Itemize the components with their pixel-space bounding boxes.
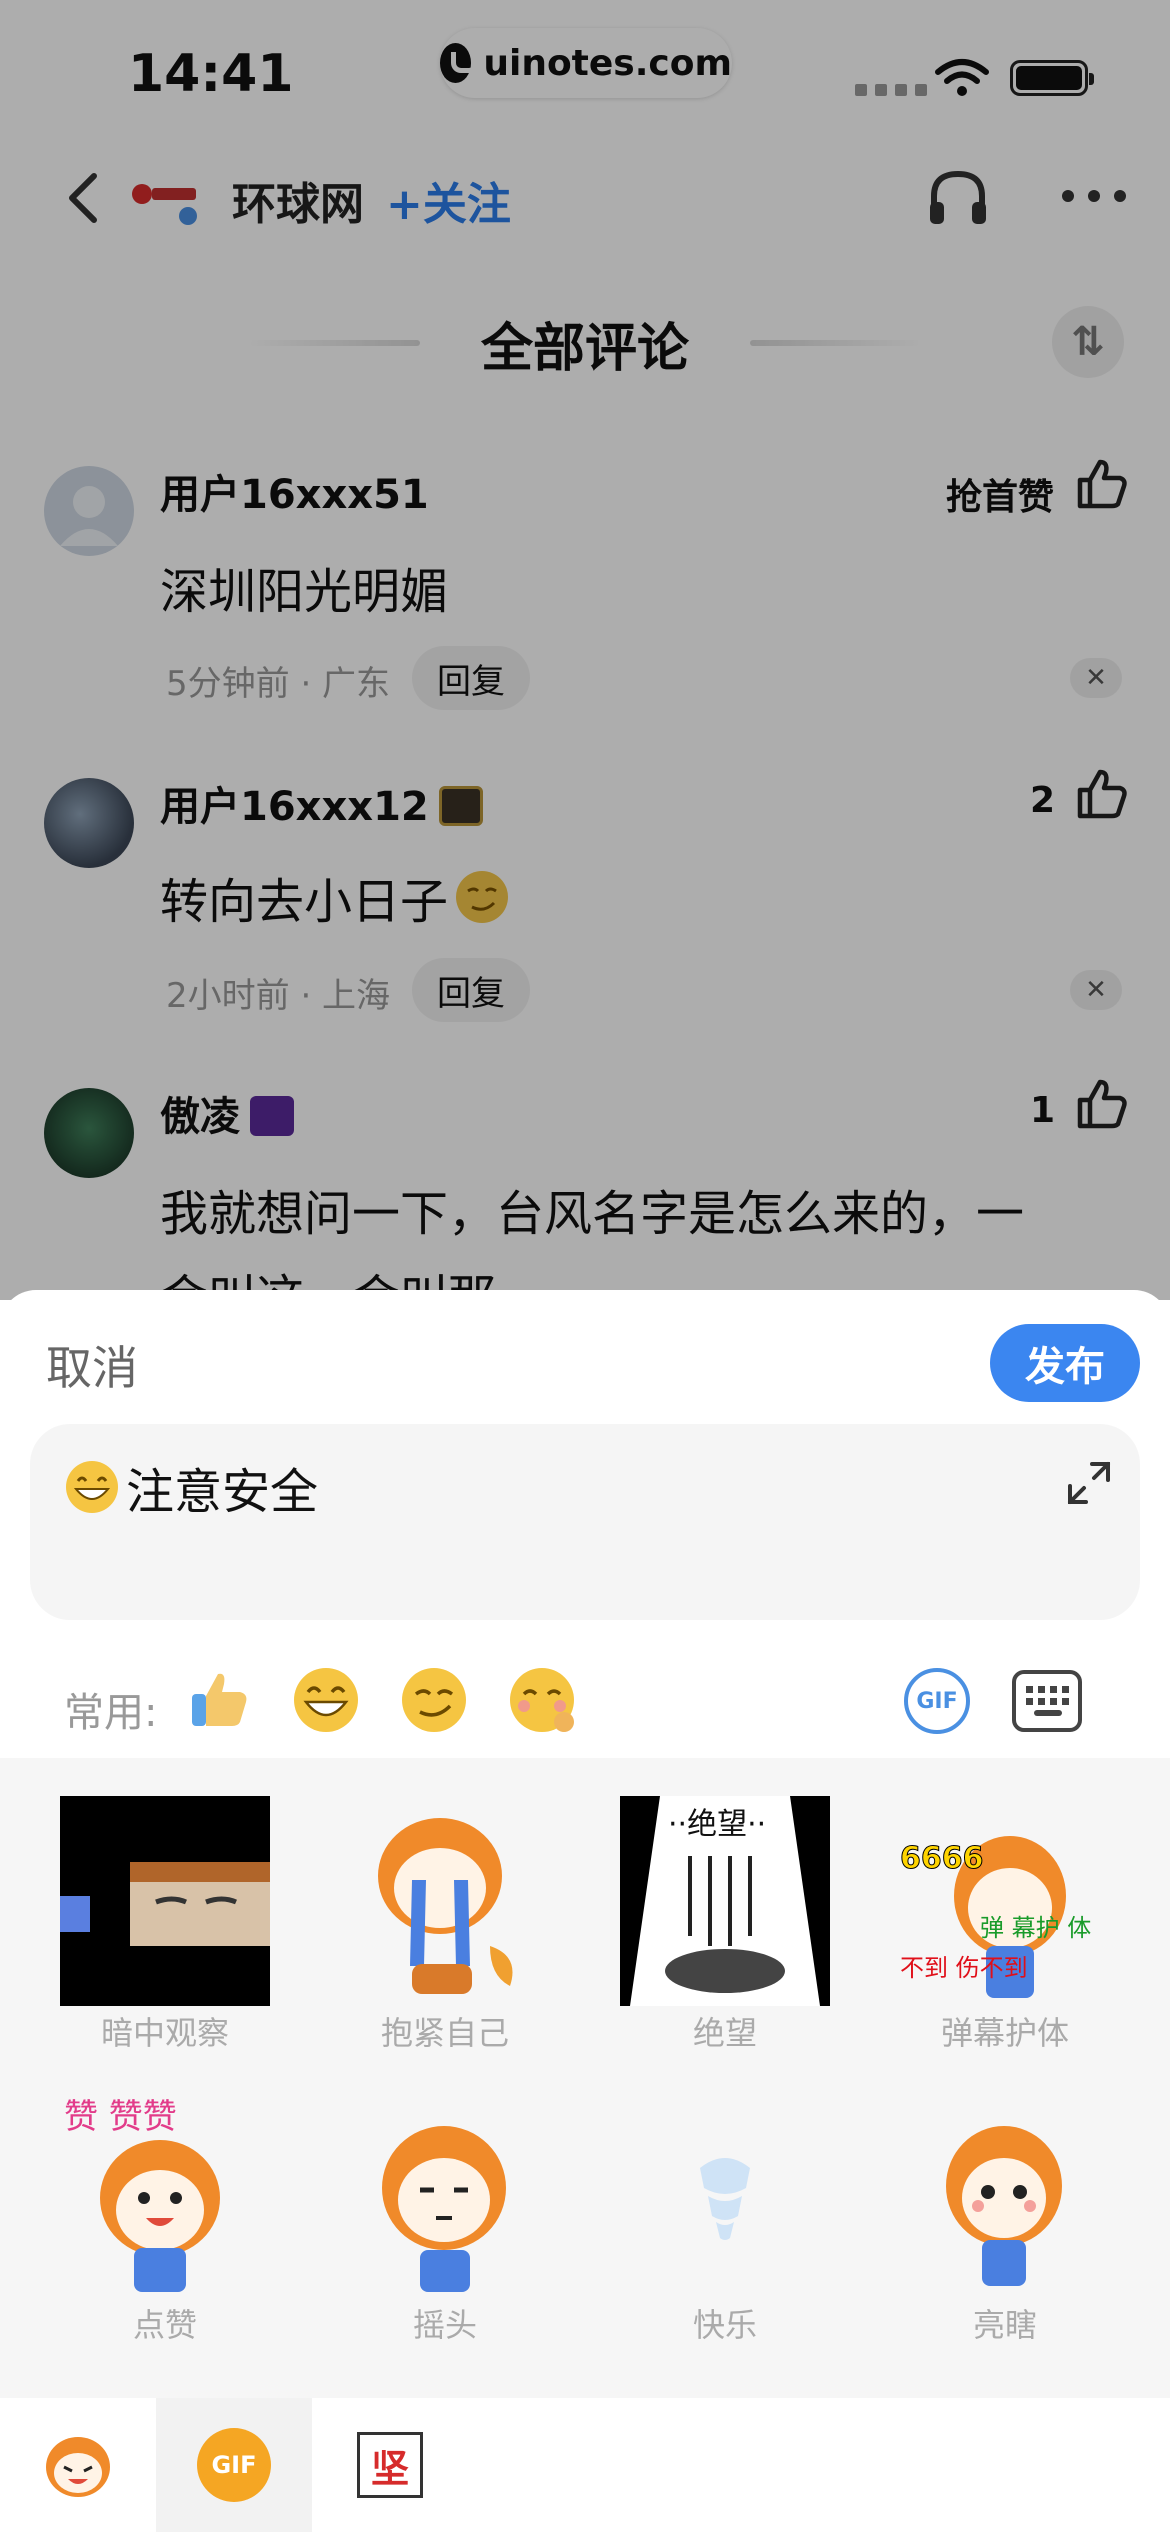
- sticker-label: 抱紧自己: [380, 2014, 509, 2052]
- keyboard-icon[interactable]: [1012, 1670, 1082, 1732]
- expand-icon[interactable]: [1064, 1458, 1114, 1508]
- squirrel-crying-sticker-icon: [378, 1818, 513, 1994]
- svg-text:··绝望··: ··绝望··: [668, 1807, 766, 1842]
- squirrel-peek-sticker-icon: [60, 1796, 270, 2006]
- comment-input[interactable]: 注意安全: [30, 1424, 1140, 1620]
- sticker-item[interactable]: ··绝望·· 绝望: [620, 1796, 830, 2052]
- svg-text:不到 伤不到: 不到 伤不到: [900, 1954, 1028, 1982]
- sticker-label: 快乐: [692, 2306, 757, 2344]
- sticker-item[interactable]: 暗中观察: [60, 1796, 270, 2052]
- sticker-item[interactable]: 快乐: [620, 2088, 830, 2344]
- sticker-label: 暗中观察: [100, 2014, 229, 2052]
- squirrel-danmaku-sticker-icon: 6666 弹 幕护 体 不到 伤不到: [900, 1836, 1091, 1998]
- tab-gif[interactable]: GIF: [156, 2398, 312, 2532]
- sticker-item[interactable]: 6666 弹 幕护 体 不到 伤不到 弹幕护体: [900, 1796, 1110, 2052]
- grin-emoji-icon: [66, 1461, 118, 1513]
- sticker-label: 点赞: [132, 2306, 197, 2344]
- gif-toggle-button[interactable]: GIF: [904, 1668, 970, 1734]
- sticker-label: 摇头: [412, 2306, 477, 2344]
- sticker-label: 亮瞎: [972, 2306, 1037, 2344]
- sticker-item[interactable]: 摇头: [340, 2088, 550, 2344]
- cancel-button[interactable]: 取消: [46, 1332, 138, 1398]
- stamp-sticker-icon: 坚: [357, 2432, 423, 2498]
- sticker-item[interactable]: 抱紧自己: [340, 1796, 550, 2052]
- sticker-item[interactable]: 亮瞎: [900, 2088, 1110, 2344]
- sticker-item[interactable]: 赞 赞赞 点赞: [60, 2088, 270, 2344]
- squirrel-thumbs-up-sticker-icon: 赞 赞赞: [64, 2097, 220, 2292]
- smirk-emoji-icon[interactable]: [398, 1664, 470, 1736]
- grin-emoji-icon[interactable]: [290, 1664, 362, 1736]
- tab-squirrel-stickers[interactable]: [0, 2398, 156, 2532]
- sticker-label: 弹幕护体: [940, 2014, 1069, 2052]
- keyboard-keys-icon: [1026, 1686, 1069, 1716]
- svg-text:6666: 6666: [900, 1841, 984, 1876]
- comment-input-text: 注意安全: [126, 1464, 319, 1520]
- squirrel-shake-head-sticker-icon: [382, 2126, 506, 2292]
- sticker-tab-bar: GIF 坚: [0, 2398, 1170, 2532]
- modal-backdrop[interactable]: [0, 0, 1170, 1300]
- publish-button[interactable]: 发布: [990, 1324, 1140, 1402]
- squirrel-dazzled-sticker-icon: [946, 2126, 1062, 2286]
- gif-tab-icon: GIF: [197, 2428, 271, 2502]
- common-emoji-label: 常用:: [64, 1690, 158, 1736]
- svg-text:弹 幕护 体: 弹 幕护 体: [980, 1914, 1091, 1942]
- svg-text:赞 赞赞: 赞 赞赞: [64, 2097, 177, 2137]
- blush-emoji-icon[interactable]: [506, 1664, 578, 1736]
- sticker-panel: 暗中观察 抱紧自己 ··绝望·· 绝望 6666 弹 幕护 体 不到 伤不到 弹…: [0, 1758, 1170, 2398]
- thumbs-up-emoji-icon[interactable]: [184, 1664, 256, 1736]
- sticker-label: 绝望: [692, 2014, 757, 2052]
- despair-sticker-icon: ··绝望··: [620, 1796, 830, 2006]
- comment-input-value: 注意安全: [62, 1452, 318, 1522]
- tab-stamp-stickers[interactable]: 坚: [312, 2398, 468, 2532]
- squirrel-laugh-icon: [46, 2437, 110, 2497]
- loading-sticker-icon: [700, 2158, 750, 2240]
